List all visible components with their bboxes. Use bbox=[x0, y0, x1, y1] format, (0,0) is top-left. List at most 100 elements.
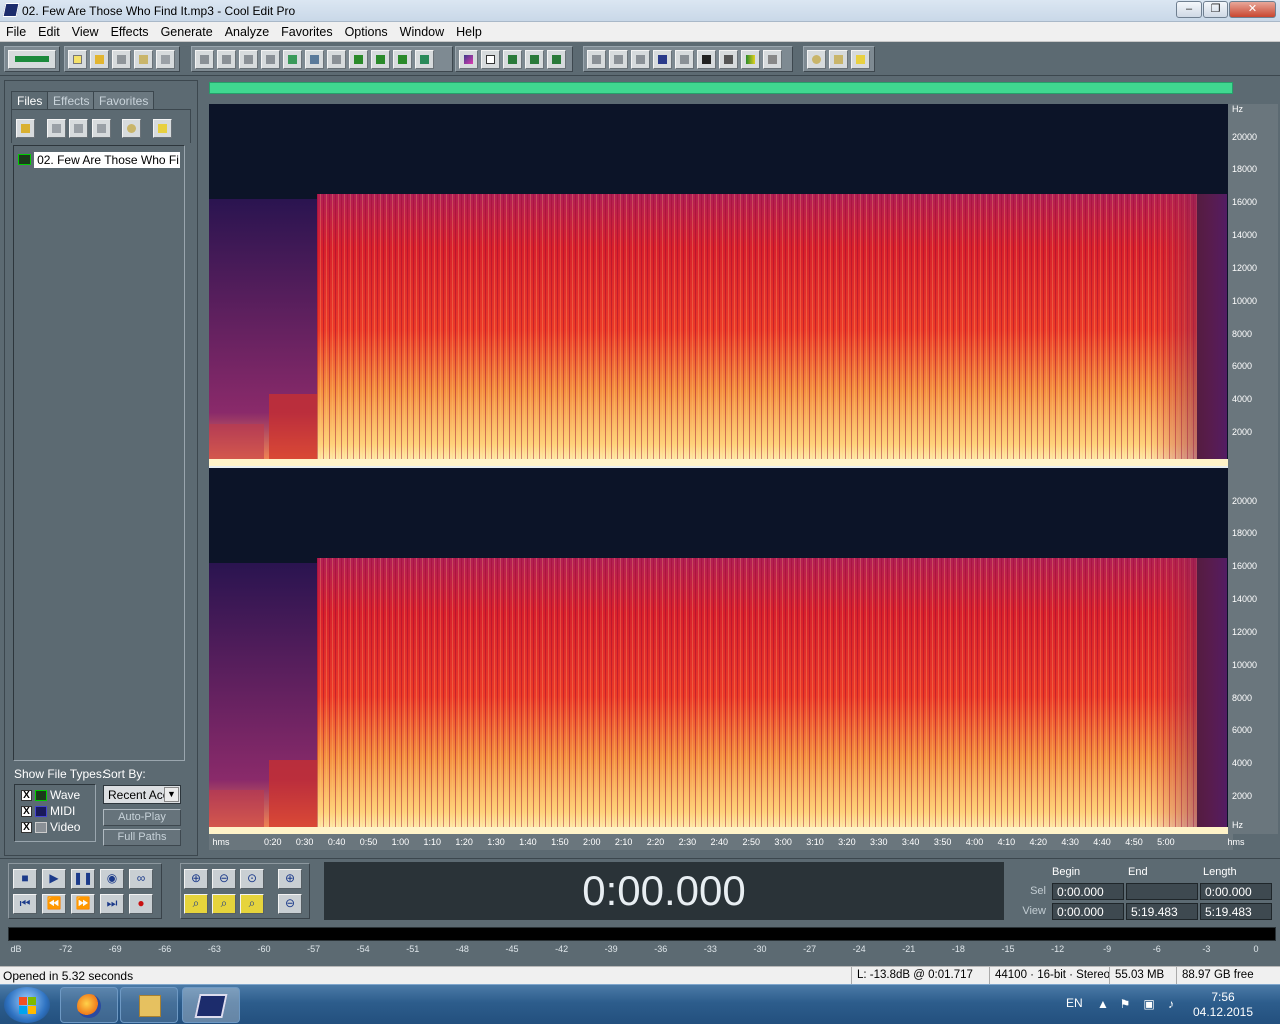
open-folder-icon[interactable] bbox=[16, 119, 35, 138]
menu-effects[interactable]: Effects bbox=[105, 22, 155, 42]
close-selected-icon[interactable] bbox=[47, 119, 66, 138]
overview-scroll-bar[interactable] bbox=[209, 82, 1233, 94]
repeat-icon[interactable] bbox=[239, 50, 258, 69]
view-grid-1-icon[interactable] bbox=[503, 50, 522, 69]
network-icon[interactable]: ▣ bbox=[1142, 997, 1156, 1011]
action-center-flag-icon[interactable]: ⚑ bbox=[1118, 997, 1132, 1011]
help-icon[interactable] bbox=[851, 50, 870, 69]
tab-files[interactable]: Files bbox=[11, 91, 49, 109]
language-indicator[interactable]: EN bbox=[1066, 996, 1083, 1010]
zoom-in-icon[interactable]: ⊕ bbox=[184, 869, 208, 889]
midi-checkbox[interactable]: X bbox=[21, 805, 32, 817]
tab-favorites[interactable]: Favorites bbox=[93, 91, 155, 109]
insert-into-multitrack-icon[interactable] bbox=[69, 119, 88, 138]
zoom-out-vertical-icon[interactable]: ⊖ bbox=[278, 894, 302, 914]
wave-checkbox[interactable]: X bbox=[21, 789, 32, 801]
close-file-icon[interactable] bbox=[156, 50, 175, 69]
full-paths-button[interactable]: Full Paths bbox=[103, 829, 181, 846]
menu-options[interactable]: Options bbox=[339, 22, 394, 42]
go-to-start-icon[interactable]: ⏮ bbox=[13, 894, 37, 914]
copy-new-icon[interactable] bbox=[283, 50, 302, 69]
zoom-right-icon[interactable]: ⌕ bbox=[212, 894, 236, 914]
loop-icon[interactable]: ∞ bbox=[129, 869, 153, 889]
zoom-out-icon[interactable]: ⊖ bbox=[212, 869, 236, 889]
waveform-view-icon[interactable] bbox=[459, 50, 478, 69]
options-gear-icon[interactable] bbox=[122, 119, 141, 138]
view-end-field[interactable]: 5:19.483 bbox=[1126, 903, 1198, 920]
view-length-field[interactable]: 5:19.483 bbox=[1200, 903, 1272, 920]
new-file-icon[interactable] bbox=[68, 50, 87, 69]
save-as-icon[interactable] bbox=[134, 50, 153, 69]
rewind-icon[interactable]: ⏪ bbox=[42, 894, 66, 914]
time-tick-label: 2:20 bbox=[646, 837, 665, 847]
zoom-full-icon[interactable]: ⊙ bbox=[240, 869, 264, 889]
sel-begin-field[interactable]: 0:00.000 bbox=[1052, 883, 1124, 900]
zero-cross-icon[interactable] bbox=[393, 50, 412, 69]
record-icon[interactable]: ● bbox=[129, 894, 153, 914]
script-icon[interactable] bbox=[829, 50, 848, 69]
auto-play-button[interactable]: Auto-Play bbox=[103, 809, 181, 826]
tab-effects[interactable]: Effects bbox=[47, 91, 96, 109]
sel-length-field[interactable]: 0:00.000 bbox=[1200, 883, 1272, 900]
multitrack-toggle-button[interactable] bbox=[8, 50, 56, 69]
settings-gear-icon[interactable] bbox=[807, 50, 826, 69]
close-button[interactable]: ✕ bbox=[1229, 1, 1276, 18]
start-button[interactable] bbox=[4, 987, 50, 1023]
trim-icon[interactable] bbox=[371, 50, 390, 69]
open-file-icon[interactable] bbox=[90, 50, 109, 69]
zoom-left-icon[interactable]: ⌕ bbox=[184, 894, 208, 914]
zoom-selection-icon[interactable]: ⌕ bbox=[240, 894, 264, 914]
mix-paste-icon[interactable] bbox=[349, 50, 368, 69]
menu-help[interactable]: Help bbox=[450, 22, 488, 42]
zoom-in-vertical-icon[interactable]: ⊕ bbox=[278, 869, 302, 889]
view-begin-field[interactable]: 0:00.000 bbox=[1052, 903, 1124, 920]
file-list-item[interactable]: 02. Few Are Those Who Fi... bbox=[18, 151, 180, 168]
go-to-end-icon[interactable]: ⏭ bbox=[100, 894, 124, 914]
firefox-taskbar-button[interactable] bbox=[60, 987, 118, 1023]
spectral-view-icon[interactable] bbox=[481, 50, 500, 69]
cut-icon[interactable] bbox=[305, 50, 324, 69]
menu-analyze[interactable]: Analyze bbox=[219, 22, 275, 42]
spectrogram-view[interactable] bbox=[209, 104, 1228, 834]
zoom-window-icon[interactable] bbox=[675, 50, 694, 69]
play-icon[interactable]: ▶ bbox=[42, 869, 66, 889]
window-c-icon[interactable] bbox=[631, 50, 650, 69]
fast-forward-icon[interactable]: ⏩ bbox=[71, 894, 95, 914]
levels-window-icon[interactable] bbox=[741, 50, 760, 69]
undo-icon[interactable] bbox=[195, 50, 214, 69]
save-icon[interactable] bbox=[112, 50, 131, 69]
find-beats-icon[interactable] bbox=[415, 50, 434, 69]
selview-window-icon[interactable] bbox=[719, 50, 738, 69]
insert-cue-icon[interactable] bbox=[92, 119, 111, 138]
menu-generate[interactable]: Generate bbox=[155, 22, 219, 42]
chevron-down-icon[interactable]: ▼ bbox=[164, 787, 179, 802]
transport-window-icon[interactable] bbox=[653, 50, 672, 69]
paste-icon[interactable] bbox=[327, 50, 346, 69]
menu-file[interactable]: File bbox=[0, 22, 32, 42]
explorer-taskbar-button[interactable] bbox=[120, 987, 178, 1023]
menu-window[interactable]: Window bbox=[394, 22, 450, 42]
menu-edit[interactable]: Edit bbox=[32, 22, 66, 42]
organizer-help-icon[interactable] bbox=[153, 119, 172, 138]
copy-icon[interactable] bbox=[261, 50, 280, 69]
view-grid-2-icon[interactable] bbox=[525, 50, 544, 69]
window-a-icon[interactable] bbox=[587, 50, 606, 69]
cool-edit-taskbar-button[interactable] bbox=[182, 987, 240, 1023]
minimize-button[interactable]: – bbox=[1176, 1, 1202, 18]
time-window-icon[interactable] bbox=[697, 50, 716, 69]
view-grid-3-icon[interactable] bbox=[547, 50, 566, 69]
redo-icon[interactable] bbox=[217, 50, 236, 69]
stop-icon[interactable]: ■ bbox=[13, 869, 37, 889]
play-to-end-icon[interactable]: ◉ bbox=[100, 869, 124, 889]
sort-by-select[interactable]: Recent Acc ▼ bbox=[103, 785, 181, 804]
restore-button[interactable]: ❐ bbox=[1203, 1, 1228, 18]
video-checkbox[interactable]: X bbox=[21, 821, 32, 833]
pause-icon[interactable]: ❚❚ bbox=[71, 869, 95, 889]
menu-view[interactable]: View bbox=[66, 22, 105, 42]
sel-end-field[interactable] bbox=[1126, 883, 1198, 900]
menu-favorites[interactable]: Favorites bbox=[275, 22, 338, 42]
clock[interactable]: 7:56 04.12.2015 bbox=[1168, 990, 1278, 1020]
window-b-icon[interactable] bbox=[609, 50, 628, 69]
status-window-icon[interactable] bbox=[763, 50, 782, 69]
show-hidden-icons-icon[interactable]: ▲ bbox=[1096, 997, 1110, 1011]
